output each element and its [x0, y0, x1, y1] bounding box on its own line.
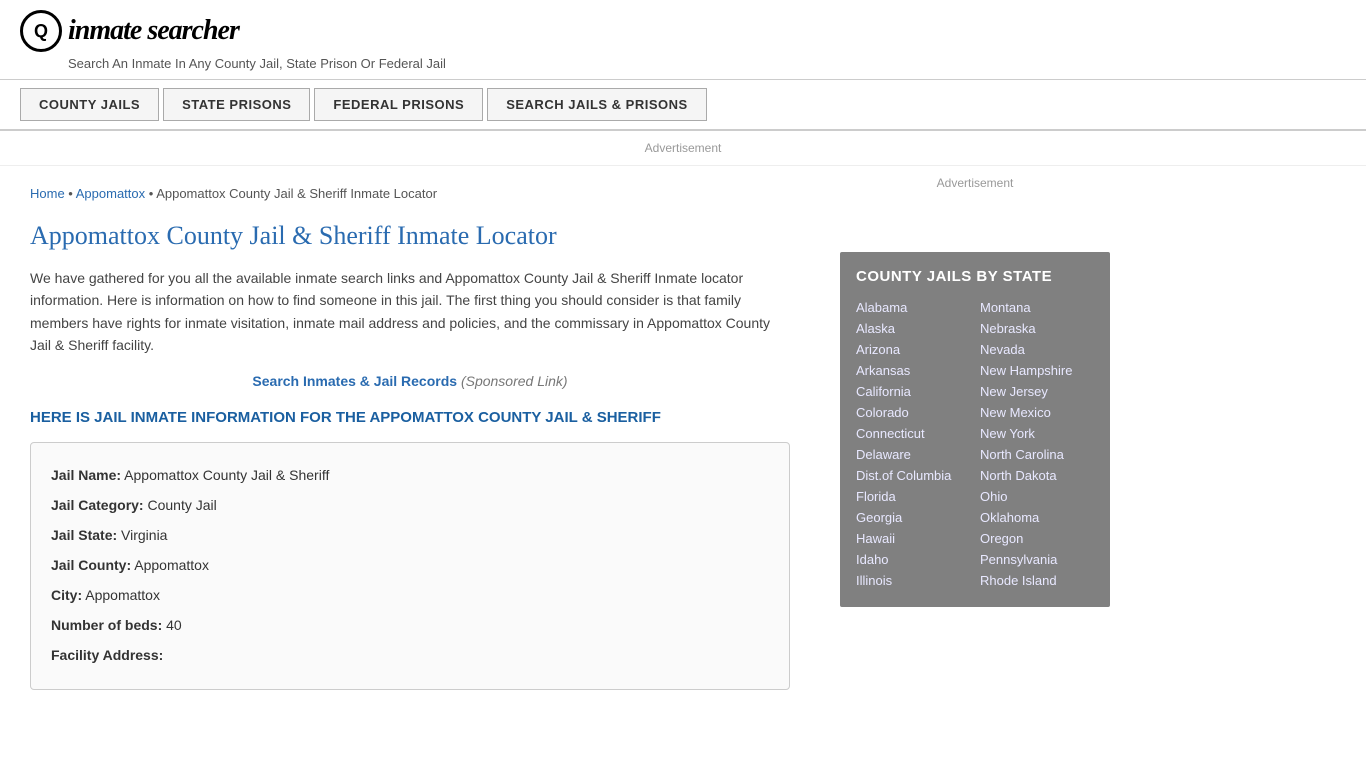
info-box: Jail Name: Appomattox County Jail & Sher… [30, 442, 790, 690]
jail-name-row: Jail Name: Appomattox County Jail & Sher… [51, 461, 769, 489]
state-link[interactable]: Dist.of Columbia [856, 465, 970, 486]
logo-area: Q inmate searcher [20, 10, 1346, 52]
jail-name-value: Appomattox County Jail & Sheriff [124, 467, 329, 483]
breadcrumb-sep2: • [145, 186, 156, 201]
jail-category-row: Jail Category: County Jail [51, 491, 769, 519]
search-inmates-link[interactable]: Search Inmates & Jail Records [252, 373, 457, 389]
jail-county-value: Appomattox [134, 557, 209, 573]
state-link[interactable]: Delaware [856, 444, 970, 465]
breadcrumb-home[interactable]: Home [30, 186, 65, 201]
state-link[interactable]: Idaho [856, 549, 970, 570]
ad-bar: Advertisement [0, 131, 1366, 166]
jail-info-heading: HERE IS JAIL INMATE INFORMATION FOR THE … [30, 409, 790, 426]
page-title: Appomattox County Jail & Sheriff Inmate … [30, 221, 790, 251]
jail-address-row: Facility Address: [51, 641, 769, 669]
states-right-column: MontanaNebraskaNevadaNew HampshireNew Je… [980, 297, 1094, 591]
breadcrumb: Home • Appomattox • Appomattox County Ja… [30, 186, 790, 201]
state-link[interactable]: Alabama [856, 297, 970, 318]
nav-federal-prisons[interactable]: FEDERAL PRISONS [314, 88, 483, 121]
jail-category-value: County Jail [147, 497, 216, 513]
jail-county-label: Jail County: [51, 557, 131, 573]
jail-county-row: Jail County: Appomattox [51, 551, 769, 579]
jail-state-value: Virginia [121, 527, 167, 543]
state-link[interactable]: Montana [980, 297, 1094, 318]
sidebar: Advertisement COUNTY JAILS BY STATE Alab… [820, 166, 1130, 710]
nav-county-jails[interactable]: COUNTY JAILS [20, 88, 159, 121]
jail-state-row: Jail State: Virginia [51, 521, 769, 549]
state-link[interactable]: Florida [856, 486, 970, 507]
state-link[interactable]: Nebraska [980, 318, 1094, 339]
nav-search-jails[interactable]: SEARCH JAILS & PRISONS [487, 88, 706, 121]
states-left-column: AlabamaAlaskaArizonaArkansasCaliforniaCo… [856, 297, 970, 591]
state-link[interactable]: Connecticut [856, 423, 970, 444]
jail-city-label: City: [51, 587, 82, 603]
state-link[interactable]: Pennsylvania [980, 549, 1094, 570]
jail-state-label: Jail State: [51, 527, 117, 543]
tagline: Search An Inmate In Any County Jail, Sta… [68, 56, 1346, 71]
jail-beds-value: 40 [166, 617, 182, 633]
jail-name-label: Jail Name: [51, 467, 121, 483]
state-link[interactable]: Ohio [980, 486, 1094, 507]
search-link-area: Search Inmates & Jail Records (Sponsored… [30, 373, 790, 389]
state-link[interactable]: Oklahoma [980, 507, 1094, 528]
state-box: COUNTY JAILS BY STATE AlabamaAlaskaArizo… [840, 252, 1110, 607]
jail-city-value: Appomattox [85, 587, 160, 603]
state-link[interactable]: North Carolina [980, 444, 1094, 465]
state-link[interactable]: North Dakota [980, 465, 1094, 486]
main-layout: Home • Appomattox • Appomattox County Ja… [0, 166, 1366, 710]
state-link[interactable]: Arizona [856, 339, 970, 360]
breadcrumb-sep1: • [65, 186, 76, 201]
header: Q inmate searcher Search An Inmate In An… [0, 0, 1366, 80]
breadcrumb-parent[interactable]: Appomattox [76, 186, 145, 201]
state-link[interactable]: Georgia [856, 507, 970, 528]
jail-city-row: City: Appomattox [51, 581, 769, 609]
state-link[interactable]: California [856, 381, 970, 402]
state-link[interactable]: Nevada [980, 339, 1094, 360]
sponsored-label: (Sponsored Link) [461, 373, 568, 389]
state-box-title: COUNTY JAILS BY STATE [856, 268, 1094, 285]
state-link[interactable]: New Hampshire [980, 360, 1094, 381]
sidebar-ad: Advertisement [840, 176, 1110, 236]
state-link[interactable]: Colorado [856, 402, 970, 423]
state-link[interactable]: New Mexico [980, 402, 1094, 423]
jail-category-label: Jail Category: [51, 497, 144, 513]
state-link[interactable]: Oregon [980, 528, 1094, 549]
description-text: We have gathered for you all the availab… [30, 267, 790, 357]
jail-beds-label: Number of beds: [51, 617, 162, 633]
jail-address-label: Facility Address: [51, 647, 163, 663]
state-link[interactable]: Rhode Island [980, 570, 1094, 591]
breadcrumb-current: Appomattox County Jail & Sheriff Inmate … [156, 186, 437, 201]
jail-beds-row: Number of beds: 40 [51, 611, 769, 639]
state-link[interactable]: New Jersey [980, 381, 1094, 402]
state-columns: AlabamaAlaskaArizonaArkansasCaliforniaCo… [856, 297, 1094, 591]
state-link[interactable]: Hawaii [856, 528, 970, 549]
state-link[interactable]: New York [980, 423, 1094, 444]
state-link[interactable]: Alaska [856, 318, 970, 339]
logo-text: inmate searcher [68, 15, 239, 47]
state-link[interactable]: Arkansas [856, 360, 970, 381]
state-link[interactable]: Illinois [856, 570, 970, 591]
logo-icon: Q [20, 10, 62, 52]
nav-bar: COUNTY JAILS STATE PRISONS FEDERAL PRISO… [0, 80, 1366, 131]
nav-state-prisons[interactable]: STATE PRISONS [163, 88, 310, 121]
main-content: Home • Appomattox • Appomattox County Ja… [0, 166, 820, 710]
